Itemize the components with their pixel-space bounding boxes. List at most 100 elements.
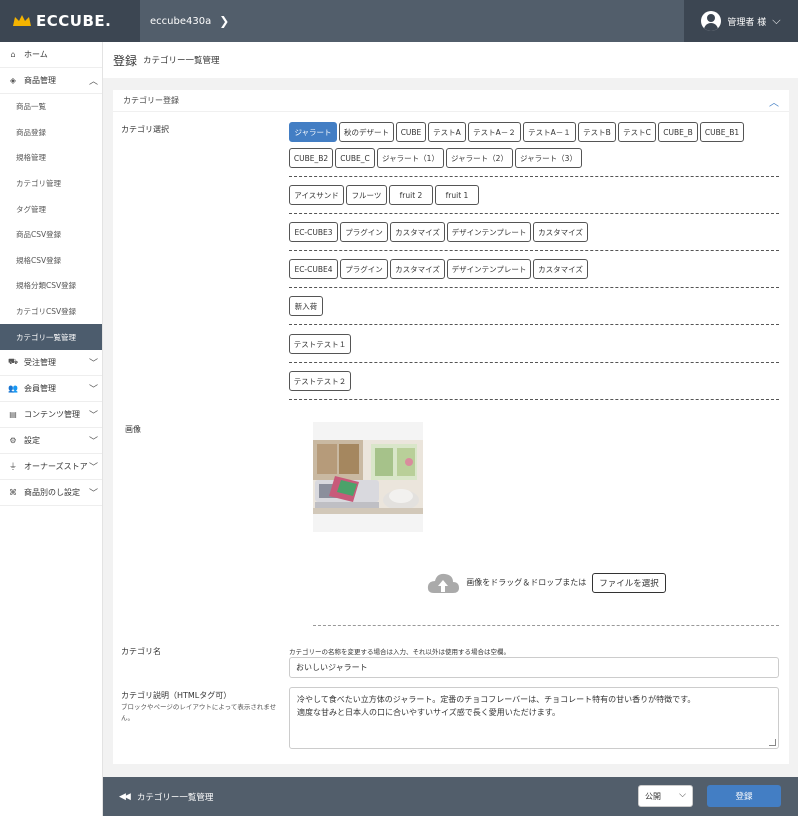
desc-line-1: 冷やして食べたい立方体のジャラート。定番のチョコフレーバーは、チョコレート特有の… [297, 695, 696, 704]
main-content: 登録 カテゴリー一覧管理 カテゴリー登録 ︿ カテゴリ選択 ジャラート 秋のデザー… [103, 42, 798, 777]
image-preview [313, 422, 423, 532]
chevron-down-icon: ﹀ [88, 358, 98, 369]
gear-icon: ⚙ [9, 435, 17, 445]
footer-bar: ◀◀ カテゴリー一覧管理 公開 ⌵ 登録 [103, 777, 798, 816]
category-button[interactable]: テストA [428, 122, 466, 142]
resize-handle[interactable] [769, 739, 776, 746]
category-row: EC-CUBE3 プラグイン カスタマイズ デザインテンプレート カスタマイズ [289, 218, 779, 251]
sidebar-sub-tag[interactable]: タグ管理 [0, 196, 102, 222]
shop-name: eccube430a [150, 15, 212, 27]
category-name-help: カテゴリーの名称を変更する場合は入力、それ以外は使用する場合は空欄。 [289, 648, 510, 656]
sidebar-item-home[interactable]: ⌂ ホーム [0, 42, 102, 68]
category-button[interactable]: デザインテンプレート [447, 222, 531, 242]
category-button[interactable]: テストテスト２ [289, 371, 351, 391]
card-title: カテゴリー登録 [123, 96, 179, 105]
sidebar-item-settings[interactable]: ⚙ 設定 ﹀ [0, 428, 102, 454]
image-label: 画像 [125, 425, 141, 434]
card-header: カテゴリー登録 ︿ [113, 90, 789, 112]
page-title: 登録 カテゴリー一覧管理 [103, 42, 798, 78]
back-link[interactable]: ◀◀ カテゴリー一覧管理 [103, 791, 213, 803]
category-button[interactable]: カスタマイズ [390, 259, 445, 279]
category-button[interactable]: テストA－２ [468, 122, 521, 142]
sidebar-sub-product-register[interactable]: 商品登録 [0, 120, 102, 146]
image-drop-zone[interactable]: 画像をドラッグ＆ドロップまたは ファイルを選択 [313, 540, 779, 626]
category-button[interactable]: カスタマイズ [533, 222, 588, 242]
category-row: テストテスト１ [289, 330, 779, 363]
sidebar-item-label: コンテンツ管理 [24, 409, 80, 419]
chevron-up-icon[interactable]: ︿ [769, 94, 779, 109]
category-button[interactable]: 秋のデザート [339, 122, 394, 142]
category-row: ジャラート 秋のデザート CUBE テストA テストA－２ テストA－１ テストB テストC C… [289, 118, 779, 177]
logo[interactable]: ECCUBE. [0, 0, 140, 42]
sidebar-item-products[interactable]: ◈ 商品管理 ︿ [0, 68, 102, 94]
sidebar-item-label: 商品別のし設定 [24, 487, 80, 497]
sidebar-item-owners-store[interactable]: ⏚ オーナーズストア ﹀ [0, 454, 102, 480]
category-button[interactable]: fruit 1 [435, 185, 479, 205]
category-button[interactable]: CUBE_B1 [700, 122, 744, 142]
category-button[interactable]: ジャラート（3） [515, 148, 582, 168]
category-button[interactable]: EC-CUBE4 [289, 259, 338, 279]
register-button[interactable]: 登録 [707, 785, 781, 807]
category-row: 新入荷 [289, 292, 779, 325]
sidebar-sub-class-category-csv[interactable]: 規格分類CSV登録 [0, 273, 102, 299]
category-button[interactable]: 新入荷 [289, 296, 323, 316]
category-button[interactable]: フルーツ [346, 185, 387, 205]
category-row: EC-CUBE4 プラグイン カスタマイズ デザインテンプレート カスタマイズ [289, 255, 779, 288]
category-button[interactable]: テストC [618, 122, 656, 142]
app-header: ECCUBE. eccube430a ❯ 管理者 様 ⌵ [0, 0, 798, 42]
crown-icon [13, 15, 31, 26]
category-row: テストテスト２ [289, 367, 779, 400]
category-button[interactable]: プラグイン [340, 259, 388, 279]
user-menu[interactable]: 管理者 様 ⌵ [684, 0, 798, 42]
sidebar-item-label: オーナーズストア [24, 461, 88, 471]
sidebar-item-label: ホーム [24, 50, 48, 59]
cube-icon: ◈ [9, 76, 17, 85]
category-button[interactable]: CUBE_B2 [289, 148, 333, 168]
sidebar-item-customers[interactable]: 👥 会員管理 ﹀ [0, 376, 102, 402]
category-button[interactable]: カスタマイズ [533, 259, 588, 279]
category-button[interactable]: CUBE [396, 122, 426, 142]
category-button[interactable]: ジャラート [289, 122, 337, 142]
status-value: 公開 [645, 791, 661, 801]
category-button[interactable]: カスタマイズ [390, 222, 445, 242]
chevron-down-icon: ﹀ [88, 462, 98, 473]
sidebar-item-label: 受注管理 [24, 357, 56, 367]
category-button[interactable]: CUBE_C [335, 148, 375, 168]
sidebar-item-gift-settings[interactable]: ⌘ 商品別のし設定 ﹀ [0, 480, 102, 506]
cloud-upload-icon [428, 573, 460, 593]
category-button[interactable]: EC-CUBE3 [289, 222, 338, 242]
category-button[interactable]: テストB [578, 122, 616, 142]
category-name-input[interactable]: おいしいジャラート [289, 657, 779, 678]
category-button[interactable]: テストテスト１ [289, 334, 351, 354]
sidebar-sub-class[interactable]: 規格管理 [0, 145, 102, 171]
category-button[interactable]: アイスサンド [289, 185, 344, 205]
category-row: アイスサンド フルーツ fruit 2 fruit 1 [289, 181, 779, 214]
sidebar-sub-class-csv[interactable]: 規格CSV登録 [0, 248, 102, 274]
category-button[interactable]: ジャラート（2） [446, 148, 513, 168]
category-button[interactable]: プラグイン [340, 222, 388, 242]
category-button[interactable]: テストA－１ [523, 122, 576, 142]
category-button[interactable]: fruit 2 [389, 185, 433, 205]
shop-link[interactable]: eccube430a ❯ [140, 0, 684, 42]
sidebar-item-label: 設定 [24, 435, 40, 445]
sidebar-item-orders[interactable]: ⛟ 受注管理 ﹀ [0, 350, 102, 376]
category-desc-textarea[interactable]: 冷やして食べたい立方体のジャラート。定番のチョコフレーバーは、チョコレート特有の… [289, 687, 779, 749]
category-button[interactable]: CUBE_B [658, 122, 698, 142]
choose-file-button[interactable]: ファイルを選択 [592, 572, 666, 593]
double-chevron-left-icon: ◀◀ [119, 791, 131, 802]
sidebar-sub-product-csv[interactable]: 商品CSV登録 [0, 222, 102, 248]
sidebar-sub-product-list[interactable]: 商品一覧 [0, 94, 102, 120]
category-button[interactable]: ジャラート（1） [377, 148, 444, 168]
category-name-label: カテゴリ名 [121, 647, 161, 656]
sidebar-sub-category-list[interactable]: カテゴリ一覧管理 [0, 324, 102, 350]
user-name: 管理者 様 [727, 17, 767, 28]
category-desc-note: ブロックやページのレイアウトによって表示されません。 [121, 703, 277, 722]
plug-icon: ⏚ [9, 461, 17, 471]
sidebar-sub-category[interactable]: カテゴリ管理 [0, 171, 102, 197]
chevron-down-icon: ﹀ [88, 436, 98, 447]
category-desc-label: カテゴリ説明（HTMLタグ可） [121, 691, 232, 700]
status-select[interactable]: 公開 ⌵ [638, 785, 693, 807]
sidebar-sub-category-csv[interactable]: カテゴリCSV登録 [0, 299, 102, 325]
category-button[interactable]: デザインテンプレート [447, 259, 531, 279]
sidebar-item-contents[interactable]: ▤ コンテンツ管理 ﹀ [0, 402, 102, 428]
